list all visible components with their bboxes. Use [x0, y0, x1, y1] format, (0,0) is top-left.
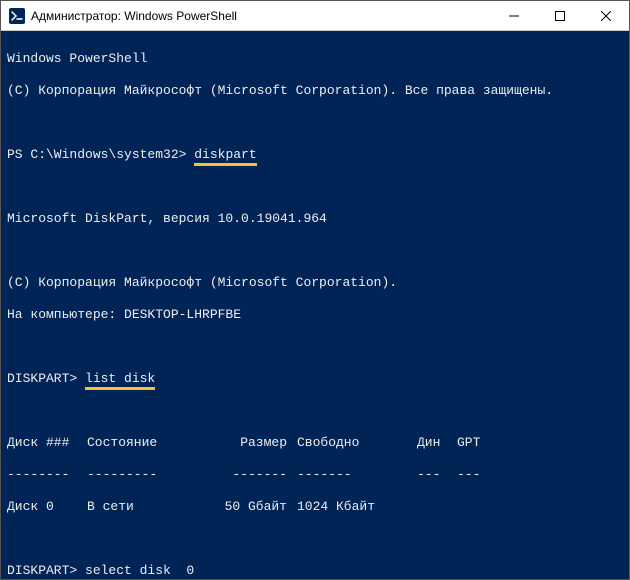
- terminal-output[interactable]: Windows PowerShell (C) Корпорация Майкро…: [1, 31, 629, 579]
- prompt-listdisk: DISKPART> list disk: [7, 371, 623, 387]
- window-title: Администратор: Windows PowerShell: [31, 9, 237, 23]
- cmd-diskpart: diskpart: [194, 147, 256, 166]
- maximize-button[interactable]: [537, 1, 583, 31]
- disk-table-sep: -------------------------------------: [7, 467, 623, 483]
- cmd-list-disk: list disk: [85, 371, 155, 390]
- window-titlebar: Администратор: Windows PowerShell: [1, 1, 629, 31]
- diskpart-computer: На компьютере: DESKTOP-LHRPFBE: [7, 307, 623, 323]
- ps-header-1: Windows PowerShell: [7, 51, 623, 67]
- powershell-icon: [9, 8, 25, 24]
- prompt-diskpart: PS C:\Windows\system32> diskpart: [7, 147, 623, 163]
- minimize-button[interactable]: [491, 1, 537, 31]
- disk-table-row: Диск 0В сети50 Gбайт1024 Кбайт: [7, 499, 623, 515]
- diskpart-copyright: (C) Корпорация Майкрософт (Microsoft Cor…: [7, 275, 623, 291]
- disk-table-header: Диск ###СостояниеРазмерСвободноДинGPT: [7, 435, 623, 451]
- close-button[interactable]: [583, 1, 629, 31]
- ps-header-2: (C) Корпорация Майкрософт (Microsoft Cor…: [7, 83, 623, 99]
- diskpart-version: Microsoft DiskPart, версия 10.0.19041.96…: [7, 211, 623, 227]
- prompt-seldisk: DISKPART> select disk 0: [7, 563, 623, 579]
- cmd-select-disk: select disk 0: [85, 563, 194, 579]
